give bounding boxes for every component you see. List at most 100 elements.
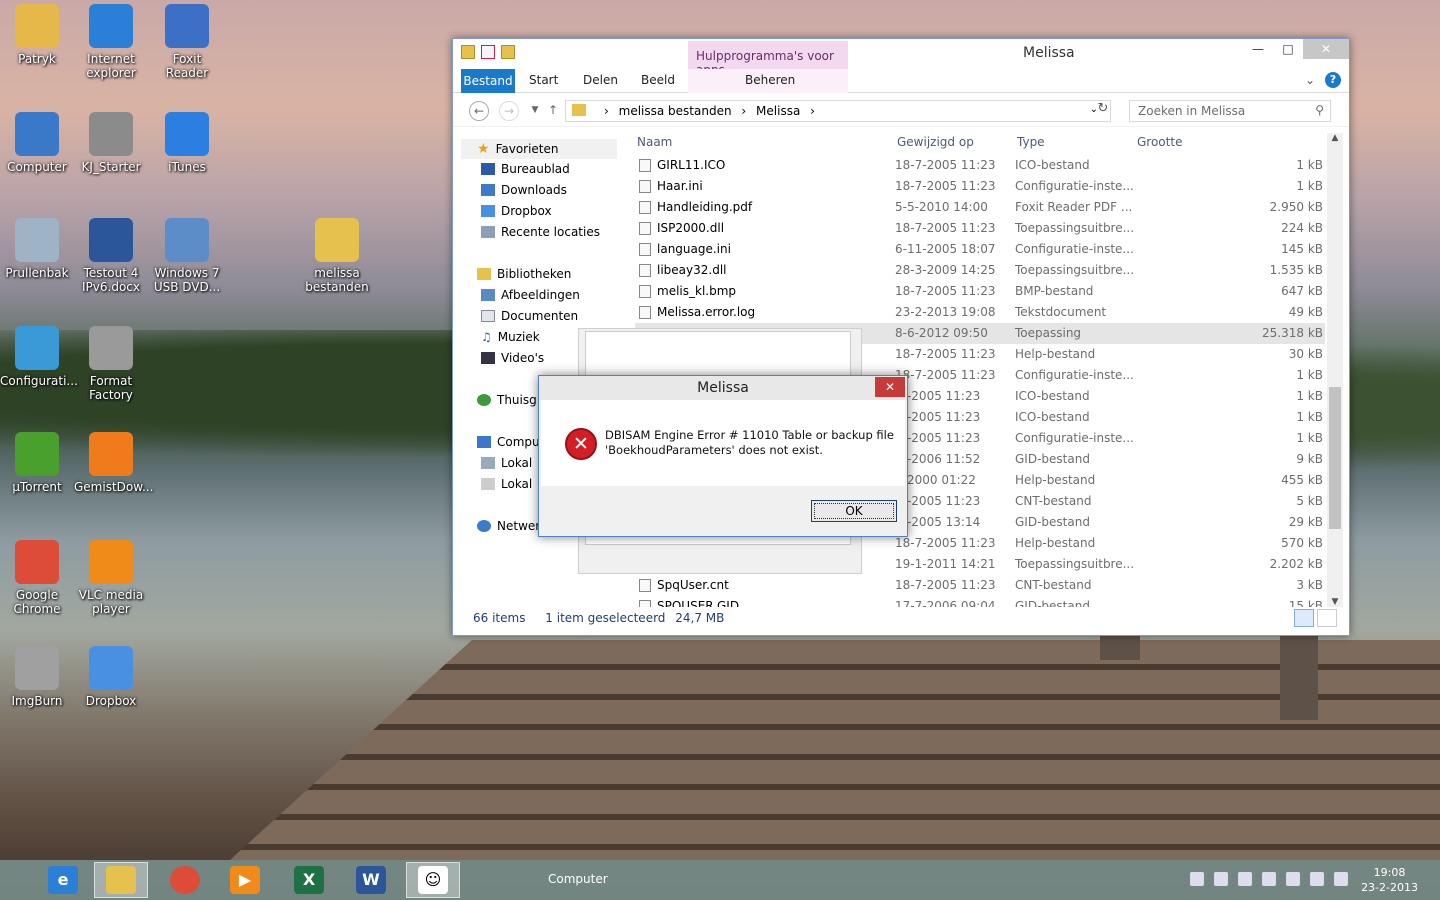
- tray-icon[interactable]: [1214, 872, 1228, 886]
- file-row[interactable]: Haar.ini 18-7-2005 11:23 Configuratie-inst…: [635, 176, 1325, 197]
- properties-icon[interactable]: [481, 45, 495, 59]
- large-icons-view-icon[interactable]: [1317, 609, 1337, 627]
- dropbox-icon: [481, 205, 495, 217]
- file-row[interactable]: language.ini 6-11-2005 18:07 Configuratie-…: [635, 239, 1325, 260]
- dialog-title-bar[interactable]: Melissa ✕: [539, 376, 907, 400]
- tab-start[interactable]: Start: [529, 73, 558, 87]
- tray-icon[interactable]: [1238, 872, 1252, 886]
- nav-favorites[interactable]: ★ Favorieten: [477, 141, 559, 157]
- desktop-icon[interactable]: Patryk: [0, 4, 74, 66]
- tab-share[interactable]: Delen: [583, 73, 618, 87]
- tab-file[interactable]: Bestand: [461, 69, 515, 93]
- new-folder-icon[interactable]: [501, 45, 515, 59]
- tab-view[interactable]: Beeld: [641, 73, 675, 87]
- desktop-icon[interactable]: Dropbox: [74, 646, 148, 708]
- network-tray-icon[interactable]: [1310, 872, 1324, 886]
- scrollbar-thumb[interactable]: [1329, 387, 1341, 529]
- nav-pictures[interactable]: Afbeeldingen: [481, 288, 580, 302]
- recent-locations-icon[interactable]: ▼: [525, 101, 545, 121]
- column-size[interactable]: Grootte: [1137, 135, 1182, 149]
- desktop-icon[interactable]: KJ_Starter: [74, 112, 148, 174]
- file-row[interactable]: Handleiding.pdf 5-5-2010 14:00 Foxit Reade…: [635, 197, 1325, 218]
- quick-access-toolbar[interactable]: [461, 45, 515, 59]
- taskbar-ie[interactable]: e: [36, 862, 90, 898]
- file-row[interactable]: libeay32.dll 28-3-2009 14:25 Toepassingsui…: [635, 260, 1325, 281]
- file-row[interactable]: Melissa.error.log 23-2-2013 19:08 Tekstdoc…: [635, 302, 1325, 323]
- nav-recent[interactable]: Recente locaties: [481, 225, 600, 239]
- error-dialog[interactable]: Melissa ✕ ✕ DBISAM Engine Error # 11010 …: [538, 375, 908, 537]
- column-date[interactable]: Gewijzigd op: [897, 135, 974, 149]
- scrollbar[interactable]: ▲ ▼: [1327, 133, 1343, 607]
- desktop-icon[interactable]: GemistDow...: [74, 432, 153, 494]
- minimize-button[interactable]: —: [1243, 39, 1273, 59]
- file-row[interactable]: SPQUSER.GID 17-7-2006 09:04 GID-bestand 15 …: [635, 596, 1325, 607]
- nav-libraries[interactable]: Bibliotheken: [477, 267, 571, 281]
- tab-manage[interactable]: Beheren: [745, 73, 795, 87]
- desktop-icon-label: Patryk: [18, 52, 56, 66]
- desktop-icon[interactable]: Prullenbak: [0, 218, 74, 280]
- nav-documents[interactable]: Documenten: [481, 309, 578, 323]
- desktop-icon[interactable]: VLC media player: [74, 540, 148, 616]
- ribbon-expand-icon[interactable]: ⌄: [1305, 73, 1315, 87]
- title-bar[interactable]: Hulpprogramma's voor apps Melissa — □ ✕: [453, 39, 1349, 77]
- desktop-icon[interactable]: Testout 4 IPv6.docx: [74, 218, 148, 294]
- nav-drive[interactable]: Lokal: [481, 456, 532, 470]
- breadcrumb-item[interactable]: melissa bestanden: [619, 104, 732, 118]
- taskbar-excel[interactable]: X: [282, 862, 336, 898]
- taskbar-chrome[interactable]: [158, 862, 212, 898]
- refresh-button[interactable]: ↻: [1093, 101, 1113, 121]
- column-type[interactable]: Type: [1017, 135, 1045, 149]
- desktop-icon[interactable]: Windows 7 USB DVD...: [150, 218, 224, 294]
- taskbar-melissa[interactable]: ☺: [406, 862, 460, 898]
- file-row[interactable]: SpqUser.cnt 18-7-2005 11:23 CNT-bestand 3 k…: [635, 575, 1325, 596]
- desktop-icon[interactable]: Format Factory: [74, 326, 148, 402]
- recent-icon: [481, 226, 495, 238]
- scroll-down-icon[interactable]: ▼: [1327, 597, 1343, 607]
- desktop-icon[interactable]: Computer: [0, 112, 74, 174]
- tray-icon[interactable]: [1262, 872, 1276, 886]
- desktop-icon[interactable]: Configurati...: [0, 326, 78, 388]
- computer-toolbar-label[interactable]: Computer: [548, 872, 608, 886]
- search-input[interactable]: Zoeken in Melissa ⚲: [1129, 100, 1331, 122]
- file-row[interactable]: melis_kl.bmp 18-7-2005 11:23 BMP-bestand 64…: [635, 281, 1325, 302]
- nav-videos[interactable]: Video's: [481, 351, 544, 365]
- desktop-icon[interactable]: Foxit Reader: [150, 4, 224, 80]
- maximize-button[interactable]: □: [1273, 39, 1303, 59]
- nav-downloads[interactable]: Downloads: [481, 183, 567, 197]
- dialog-close-button[interactable]: ✕: [875, 377, 905, 397]
- back-button[interactable]: ←: [469, 101, 489, 121]
- nav-music[interactable]: ♫ Muziek: [481, 330, 540, 344]
- clock[interactable]: 19:08 23-2-2013: [1361, 865, 1418, 895]
- ok-button[interactable]: OK: [811, 500, 897, 522]
- taskbar-word[interactable]: W: [344, 862, 398, 898]
- nav-homegroup[interactable]: Thuisg: [477, 393, 537, 407]
- desktop-icon[interactable]: µTorrent: [0, 432, 74, 494]
- file-row[interactable]: ISP2000.dll 18-7-2005 11:23 Toepassingsuit…: [635, 218, 1325, 239]
- flag-icon[interactable]: [1286, 872, 1300, 886]
- nav-computer[interactable]: Compu: [477, 435, 540, 449]
- scroll-up-icon[interactable]: ▲: [1327, 133, 1343, 143]
- up-button[interactable]: ↑: [543, 101, 563, 121]
- taskbar-explorer[interactable]: [94, 862, 148, 898]
- close-button[interactable]: ✕: [1303, 39, 1349, 59]
- nav-dropbox[interactable]: Dropbox: [481, 204, 552, 218]
- desktop-icon[interactable]: Google Chrome: [0, 540, 74, 616]
- forward-button[interactable]: →: [499, 101, 519, 121]
- column-name[interactable]: Naam: [637, 135, 672, 149]
- taskbar-media[interactable]: ▶: [218, 862, 272, 898]
- folder-icon[interactable]: [461, 45, 475, 59]
- nav-desktop[interactable]: Bureaublad: [481, 162, 570, 176]
- volume-icon[interactable]: [1334, 872, 1348, 886]
- details-view-icon[interactable]: [1294, 609, 1314, 627]
- file-row[interactable]: GIRL11.ICO 18-7-2005 11:23 ICO-bestand 1 kB: [635, 155, 1325, 176]
- desktop-icon[interactable]: melissa bestanden: [300, 218, 374, 294]
- nav-network[interactable]: Netwer: [477, 519, 540, 533]
- help-icon[interactable]: ?: [1325, 72, 1341, 88]
- desktop-icon[interactable]: Internet explorer: [74, 4, 148, 80]
- desktop-icon[interactable]: ImgBurn: [0, 646, 74, 708]
- desktop-icon[interactable]: iTunes: [150, 112, 224, 174]
- nav-drive[interactable]: Lokal: [481, 477, 532, 491]
- breadcrumb-item[interactable]: Melissa: [756, 104, 800, 118]
- tray-icon[interactable]: [1190, 872, 1204, 886]
- address-bar[interactable]: › melissa bestanden › Melissa › ⌄: [565, 100, 1111, 122]
